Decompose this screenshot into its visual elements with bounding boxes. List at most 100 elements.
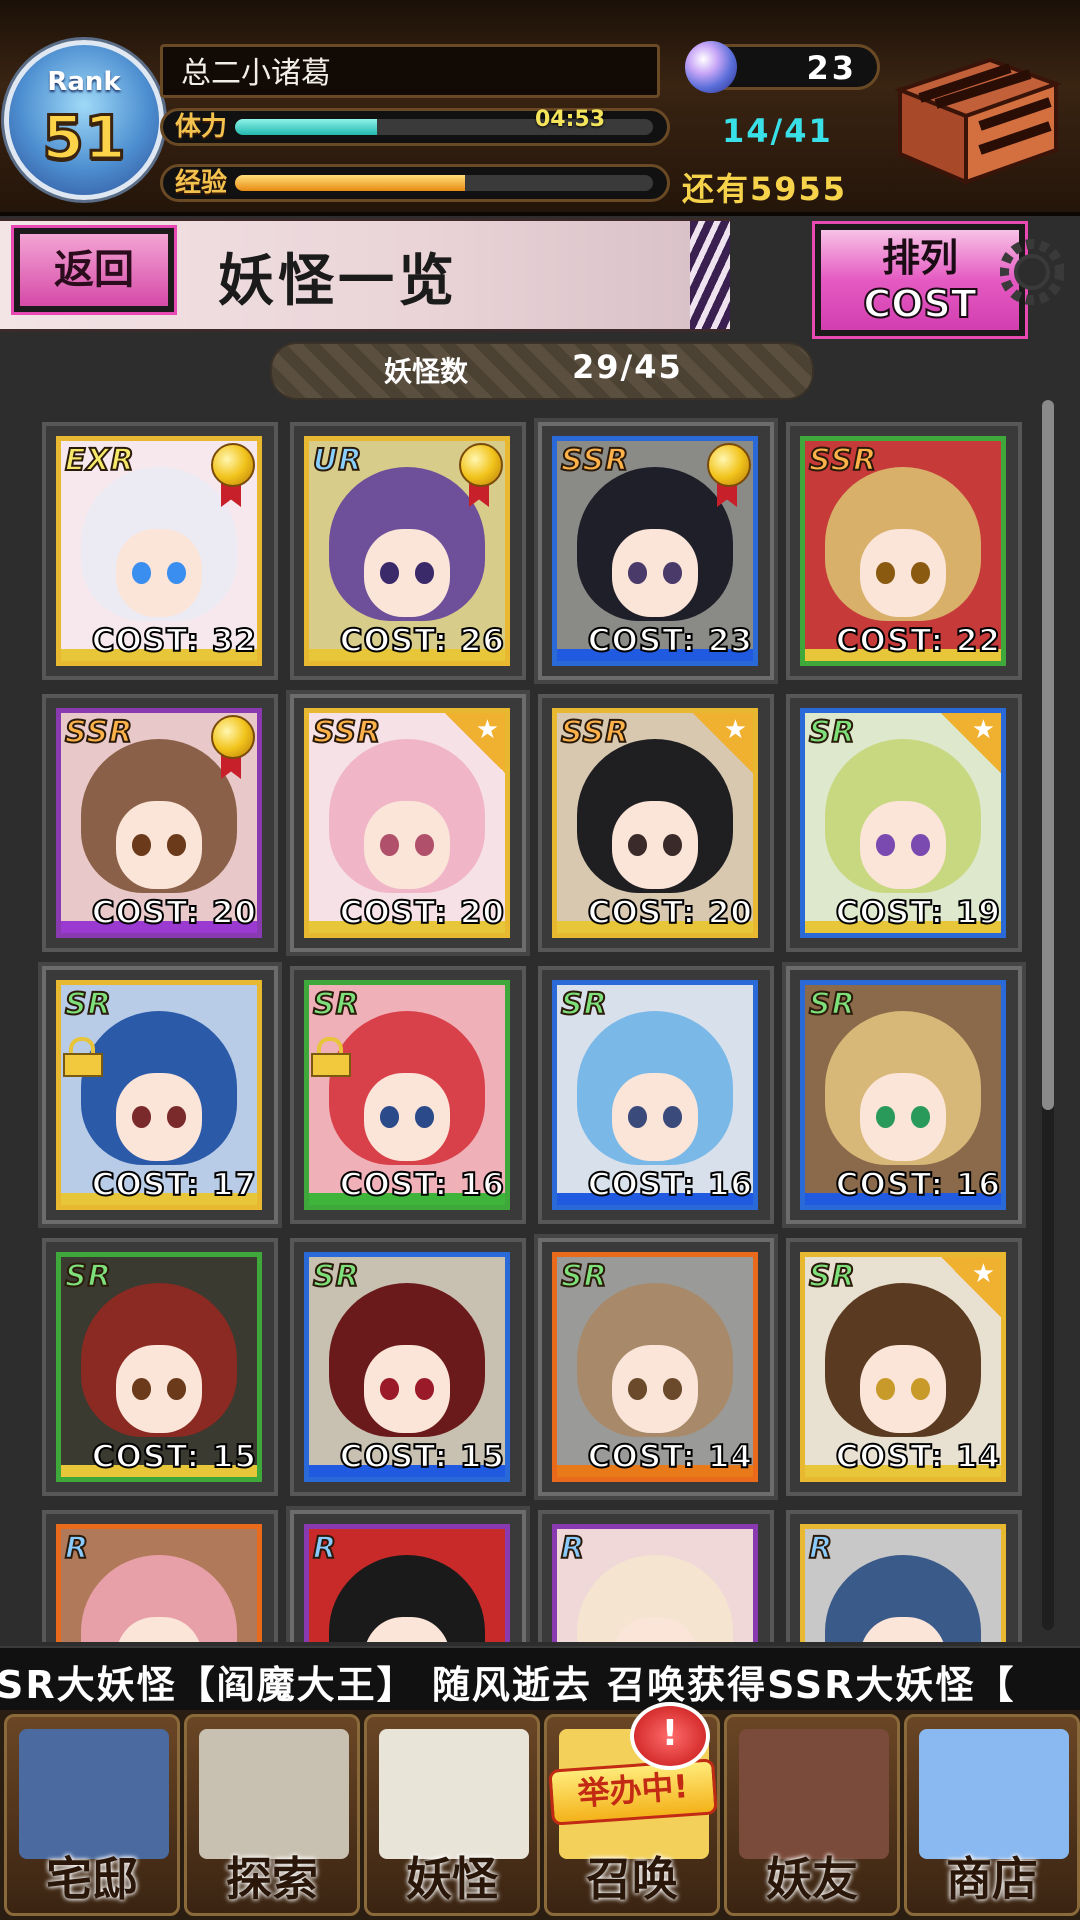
star-icon: ★	[941, 1257, 1001, 1317]
rarity-badge: EXR	[64, 442, 135, 479]
gem-counter[interactable]: 23	[685, 41, 880, 93]
nav-shop[interactable]: 商店	[904, 1714, 1080, 1916]
nav-label: 妖怪	[406, 1852, 498, 1906]
cost-label: COST: 14	[835, 1438, 1001, 1476]
sort-label: 排列	[881, 236, 958, 280]
portrait-face	[363, 1345, 451, 1433]
portrait-face	[115, 1345, 203, 1433]
cost-label: COST: 23	[587, 622, 753, 660]
rarity-badge: SSR	[808, 442, 878, 479]
yokai-grid: EXR COST: 32 UR COST: 26 SSR COST: 23 SSR COST:…	[0, 412, 1040, 1642]
friends-icon	[739, 1729, 889, 1859]
portrait-eye	[627, 562, 648, 584]
yokai-portrait: SSR COST: 22	[800, 436, 1006, 666]
rarity-badge: SR	[64, 986, 112, 1023]
cost-bar: COST: 26	[309, 622, 505, 661]
medal-icon	[707, 443, 751, 507]
exp-label: 经验	[175, 168, 228, 198]
portrait-eye	[627, 1378, 648, 1400]
back-button[interactable]: 返回	[11, 225, 177, 315]
cost-bar: COST: 23	[557, 622, 753, 661]
bottom-nav: 宅邸 探索 妖怪 召唤 妖友 商店	[0, 1710, 1080, 1920]
yokai-card[interactable]: SSR COST: 22	[786, 422, 1022, 680]
yokai-card[interactable]: R	[538, 1510, 774, 1642]
yokai-card[interactable]: SSR ★ COST: 20	[290, 694, 526, 952]
rarity-badge: SR	[808, 986, 856, 1023]
yokai-card[interactable]: SR COST: 17	[42, 966, 278, 1224]
yokai-card[interactable]: EXR COST: 32	[42, 422, 278, 680]
yokai-portrait: SR COST: 16	[304, 980, 510, 1210]
rarity-badge: SSR	[560, 442, 630, 479]
lock-icon	[61, 1037, 103, 1077]
yokai-card[interactable]: R	[786, 1510, 1022, 1642]
yokai-card[interactable]: SR COST: 16	[290, 966, 526, 1224]
yokai-portrait: UR COST: 26	[304, 436, 510, 666]
cost-bar: COST: 20	[309, 894, 505, 933]
rarity-badge: UR	[312, 442, 363, 479]
cost-label: COST: 16	[339, 1166, 505, 1204]
rarity-badge: R	[312, 1530, 338, 1567]
yokai-card[interactable]: SSR COST: 23	[538, 422, 774, 680]
portrait-eye	[379, 1378, 400, 1400]
star-icon: ★	[941, 713, 1001, 773]
page-title: 妖怪一览	[218, 249, 458, 314]
cost-label: COST: 15	[91, 1438, 257, 1476]
star-icon: ★	[445, 713, 505, 773]
nav-explore[interactable]: 探索	[184, 1714, 360, 1916]
yokai-card[interactable]: SR COST: 14	[538, 1238, 774, 1496]
scrollbar-thumb[interactable]	[1042, 400, 1054, 1110]
ticker-text: SR大妖怪【阎魔大王】 随风逝去 召唤获得SSR大妖怪【	[0, 1663, 1016, 1707]
yokai-card[interactable]: SR COST: 15	[42, 1238, 278, 1496]
crystal-orb-icon	[685, 41, 737, 93]
exp-fill	[235, 175, 465, 191]
yokai-card[interactable]: UR COST: 26	[290, 422, 526, 680]
treasure-chest-icon[interactable]	[880, 50, 1064, 190]
yokai-card[interactable]: SR ★ COST: 14	[786, 1238, 1022, 1496]
rarity-badge: SR	[312, 986, 360, 1023]
lock-icon	[309, 1037, 351, 1077]
shop-icon	[919, 1729, 1069, 1859]
yokai-card[interactable]: R	[290, 1510, 526, 1642]
nav-yokai[interactable]: 妖怪	[364, 1714, 540, 1916]
nav-label: 召唤	[586, 1852, 678, 1906]
yokai-card[interactable]: SSR COST: 20	[42, 694, 278, 952]
yokai-portrait: SR COST: 14	[552, 1252, 758, 1482]
stamina-bar: 体力 04:53	[160, 107, 670, 146]
cost-label: COST: 16	[835, 1166, 1001, 1204]
portrait-face	[859, 801, 947, 889]
yokai-card[interactable]: SR COST: 15	[290, 1238, 526, 1496]
rarity-badge: SR	[808, 714, 856, 751]
cost-label: COST: 32	[91, 622, 257, 660]
cost-bar: COST: 20	[557, 894, 753, 933]
cost-bar: COST: 16	[557, 1166, 753, 1205]
cost-label: COST: 17	[91, 1166, 257, 1204]
nav-label: 商店	[946, 1852, 1038, 1906]
sort-button[interactable]: 排列 COST	[812, 221, 1028, 339]
yokai-portrait: SR COST: 17	[56, 980, 262, 1210]
nav-mansion[interactable]: 宅邸	[4, 1714, 180, 1916]
yokai-portrait: SSR ★ COST: 20	[552, 708, 758, 938]
yokai-card[interactable]: SR COST: 16	[538, 966, 774, 1224]
nav-friends[interactable]: 妖友	[724, 1714, 900, 1916]
yokai-card[interactable]: R	[42, 1510, 278, 1642]
cost-label: COST: 22	[835, 622, 1001, 660]
cost-bar: COST: 14	[557, 1438, 753, 1477]
portrait-face	[363, 529, 451, 617]
yokai-card[interactable]: SSR ★ COST: 20	[538, 694, 774, 952]
yokai-card[interactable]: SR COST: 16	[786, 966, 1022, 1224]
medal-icon	[459, 443, 503, 507]
yokai-portrait: SR ★ COST: 19	[800, 708, 1006, 938]
exp-bar: 经验	[160, 164, 670, 202]
rarity-badge: SSR	[560, 714, 630, 751]
yokai-count-bar: 妖怪数 29/45	[270, 342, 814, 400]
portrait-eye	[131, 834, 152, 856]
portrait-face	[859, 1345, 947, 1433]
nav-label: 探索	[226, 1852, 318, 1906]
portrait-eye	[131, 1106, 152, 1128]
yokai-card[interactable]: SR ★ COST: 19	[786, 694, 1022, 952]
summon-event-tag: 举办中!	[548, 1758, 718, 1826]
portrait-face	[115, 529, 203, 617]
yokai-portrait: R	[552, 1524, 758, 1642]
nav-label: 宅邸	[46, 1852, 138, 1906]
yokai-count-value: 29/45	[572, 348, 683, 386]
